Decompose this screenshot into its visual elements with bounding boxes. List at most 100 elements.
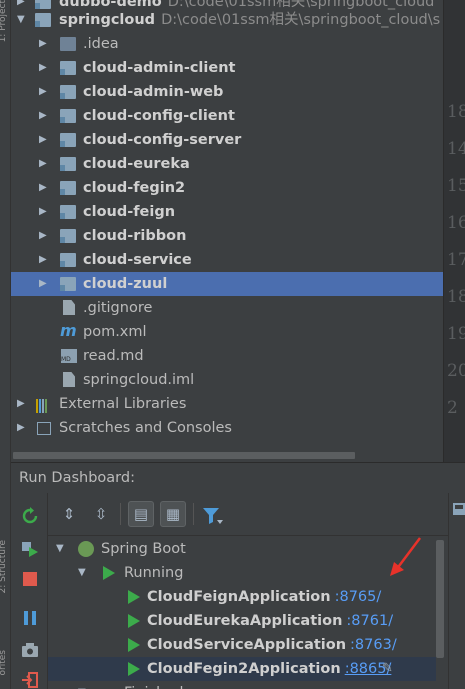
tree-row-label: cloud-feign — [83, 204, 176, 220]
tree-row-scratches[interactable]: ▶ Scratches and Consoles — [11, 416, 443, 440]
debug-config-icon[interactable] — [21, 539, 39, 557]
tree-root-path: D:\code\01ssm相关\springboot_cloud\s — [161, 12, 441, 28]
app-port-link[interactable]: :8761/ — [346, 613, 393, 629]
tree-row-label: cloud-service — [83, 252, 192, 268]
finished-group[interactable]: ▼ Finished — [48, 681, 436, 689]
chevron-right-icon[interactable]: ▶ — [39, 128, 47, 152]
tree-row-module[interactable]: ▶ cloud-ribbon — [11, 224, 443, 248]
module-folder-icon — [60, 157, 76, 171]
chevron-down-icon[interactable]: ▼ — [56, 537, 64, 561]
tree-row-module[interactable]: ▶ cloud-admin-web — [11, 80, 443, 104]
spring-boot-group[interactable]: ▼ Spring Boot — [48, 537, 436, 561]
run-icon — [128, 638, 140, 652]
tree-row-module[interactable]: ▶ cloud-admin-client — [11, 56, 443, 80]
left-tool-strip: 1: Project 2: Structure orites — [0, 0, 11, 689]
editor-gutter: 18 14 15 16 17 18 19 20 2 — [443, 0, 465, 462]
scrollbar-thumb[interactable] — [13, 452, 355, 459]
tree-row-label: cloud-ribbon — [83, 228, 187, 244]
chevron-right-icon[interactable]: ▶ — [39, 248, 47, 272]
tree-row-pom[interactable]: m pom.xml — [11, 320, 443, 344]
module-folder-icon — [60, 277, 76, 291]
stop-icon[interactable] — [21, 570, 39, 588]
module-folder-icon — [60, 85, 76, 99]
layout-icon[interactable] — [453, 503, 465, 515]
module-folder-icon — [35, 13, 51, 27]
chevron-down-icon[interactable]: ▼ — [17, 8, 25, 32]
chevron-right-icon[interactable]: ▶ — [39, 56, 47, 80]
tree-row-label: cloud-eureka — [83, 156, 190, 172]
project-tool-tab[interactable]: 1: Project — [0, 0, 10, 42]
line-number: 15 — [447, 176, 465, 196]
module-folder-icon — [60, 61, 76, 75]
toolbar-separator — [120, 503, 121, 525]
dashboard-vertical-scrollbar[interactable] — [436, 540, 444, 658]
running-app-row[interactable]: CloudFegin2Application:8865/✎ — [48, 657, 436, 681]
chevron-right-icon[interactable]: ▶ — [39, 200, 47, 224]
module-folder-icon — [60, 181, 76, 195]
camera-icon[interactable] — [21, 641, 39, 659]
chevron-down-icon[interactable]: ▼ — [78, 561, 86, 585]
tree-row-module[interactable]: ▶ .idea — [11, 32, 443, 56]
tree-row-module[interactable]: ▶ cloud-feign — [11, 200, 443, 224]
tree-file-label: read.md — [83, 348, 144, 364]
app-port-link[interactable]: :8765/ — [335, 589, 382, 605]
tree-row-module[interactable]: ▶ cloud-service — [11, 248, 443, 272]
chevron-right-icon[interactable]: ▶ — [17, 416, 25, 440]
running-app-row[interactable]: CloudFeignApplication:8765/ — [48, 585, 436, 609]
rerun-icon[interactable] — [21, 507, 39, 525]
chevron-right-icon[interactable]: ▶ — [39, 224, 47, 248]
tree-row-external-libraries[interactable]: ▶ External Libraries — [11, 392, 443, 416]
tree-row-module[interactable]: ▶ cloud-config-client — [11, 104, 443, 128]
chevron-down-icon[interactable]: ▼ — [78, 681, 86, 689]
tree-row-gitignore[interactable]: .gitignore — [11, 296, 443, 320]
run-icon — [128, 590, 140, 604]
chevron-right-icon[interactable]: ▶ — [39, 80, 47, 104]
chevron-right-icon[interactable]: ▶ — [39, 272, 47, 296]
chevron-right-icon[interactable]: ▶ — [39, 32, 47, 56]
tree-row-label: cloud-fegin2 — [83, 180, 186, 196]
running-group[interactable]: ▼ Running — [48, 561, 436, 585]
dashboard-right-strip — [448, 493, 465, 689]
tree-row-module[interactable]: ▶ cloud-eureka — [11, 152, 443, 176]
line-number: 20 — [447, 361, 465, 381]
favorites-tool-tab[interactable]: orites — [0, 650, 10, 675]
finished-label: Finished — [124, 681, 183, 689]
scratches-icon — [37, 422, 51, 435]
edit-pencil-icon[interactable]: ✎ — [382, 657, 393, 681]
group-by-config-icon[interactable]: ▦ — [160, 501, 186, 527]
tree-row-label: cloud-admin-web — [83, 84, 224, 100]
tree-row-module[interactable]: ▶ cloud-zuul — [11, 272, 443, 296]
run-dashboard-title: Run Dashboard: — [19, 470, 135, 486]
tree-row-root[interactable]: ▼ springcloud D:\code\01ssm相关\springboot_… — [11, 8, 443, 32]
line-number: 16 — [447, 213, 465, 233]
line-number: 14 — [447, 139, 465, 159]
iml-file-icon — [63, 372, 75, 387]
exit-icon[interactable] — [21, 671, 39, 689]
group-by-type-icon[interactable]: ▤ — [128, 501, 154, 527]
tree-row-module[interactable]: ▶ cloud-config-server — [11, 128, 443, 152]
structure-tool-tab[interactable]: 2: Structure — [0, 540, 10, 594]
expand-all-icon[interactable]: ⇕ — [56, 501, 82, 527]
chevron-right-icon[interactable]: ▶ — [39, 152, 47, 176]
filter-icon[interactable] — [202, 507, 224, 525]
app-port-link[interactable]: :8763/ — [350, 637, 397, 653]
chevron-right-icon[interactable]: ▶ — [39, 176, 47, 200]
tree-row-readme[interactable]: MD read.md — [11, 344, 443, 368]
run-dashboard-header: Run Dashboard: — [11, 462, 465, 494]
chevron-right-icon[interactable]: ▶ — [39, 104, 47, 128]
tree-root-label: springcloud — [59, 12, 156, 28]
tree-row-module[interactable]: ▶ cloud-fegin2 — [11, 176, 443, 200]
tree-horizontal-scrollbar[interactable] — [11, 450, 443, 462]
tree-row-iml[interactable]: springcloud.iml — [11, 368, 443, 392]
chevron-right-icon[interactable]: ▶ — [17, 392, 25, 416]
maven-icon: m — [60, 321, 77, 340]
spring-boot-label: Spring Boot — [101, 541, 186, 557]
red-arrow-annotation — [390, 537, 421, 576]
running-app-row[interactable]: CloudEurekaApplication:8761/ — [48, 609, 436, 633]
project-tree: ▶ dubbo-demo D:\code\01ssm相关\springboot_c… — [11, 0, 443, 462]
pause-icon[interactable] — [21, 609, 39, 627]
tree-row-label: cloud-admin-client — [83, 60, 236, 76]
module-folder-icon — [60, 253, 76, 267]
collapse-all-icon[interactable]: ⇳ — [88, 501, 114, 527]
running-app-row[interactable]: CloudServiceApplication:8763/ — [48, 633, 436, 657]
